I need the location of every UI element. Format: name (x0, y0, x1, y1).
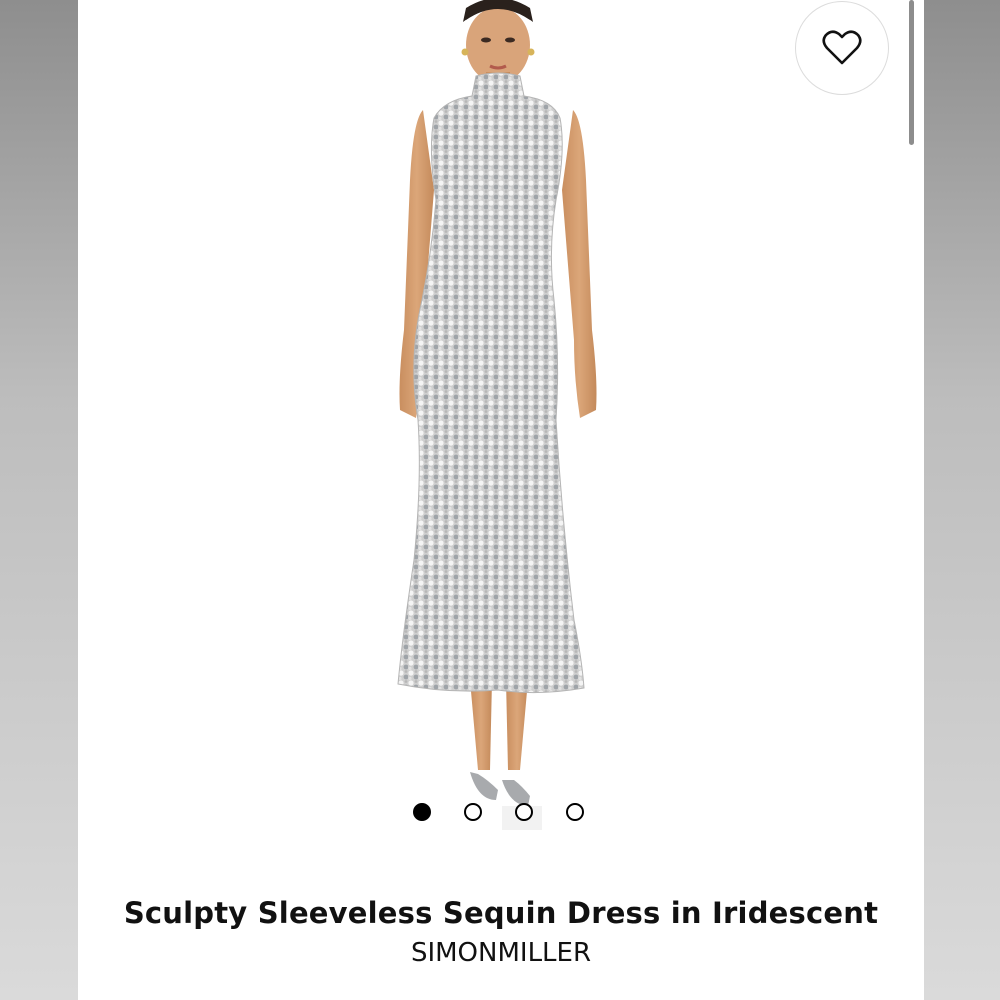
product-title: Sculpty Sleeveless Sequin Dress in Iride… (123, 896, 879, 930)
left-backdrop (0, 0, 78, 1000)
favorite-button[interactable] (795, 1, 889, 95)
product-image[interactable] (378, 0, 618, 830)
product-screen: Sculpty Sleeveless Sequin Dress in Iride… (78, 0, 924, 1000)
scrollbar[interactable] (909, 0, 914, 145)
heart-outline-icon (822, 30, 862, 65)
image-carousel-indicators (413, 803, 584, 821)
product-brand[interactable]: SIMONMILLER (78, 938, 924, 968)
carousel-dot-3[interactable] (515, 803, 533, 821)
carousel-dot-2[interactable] (464, 803, 482, 821)
right-backdrop (924, 0, 1000, 1000)
carousel-dot-4[interactable] (566, 803, 584, 821)
carousel-dot-1[interactable] (413, 803, 431, 821)
